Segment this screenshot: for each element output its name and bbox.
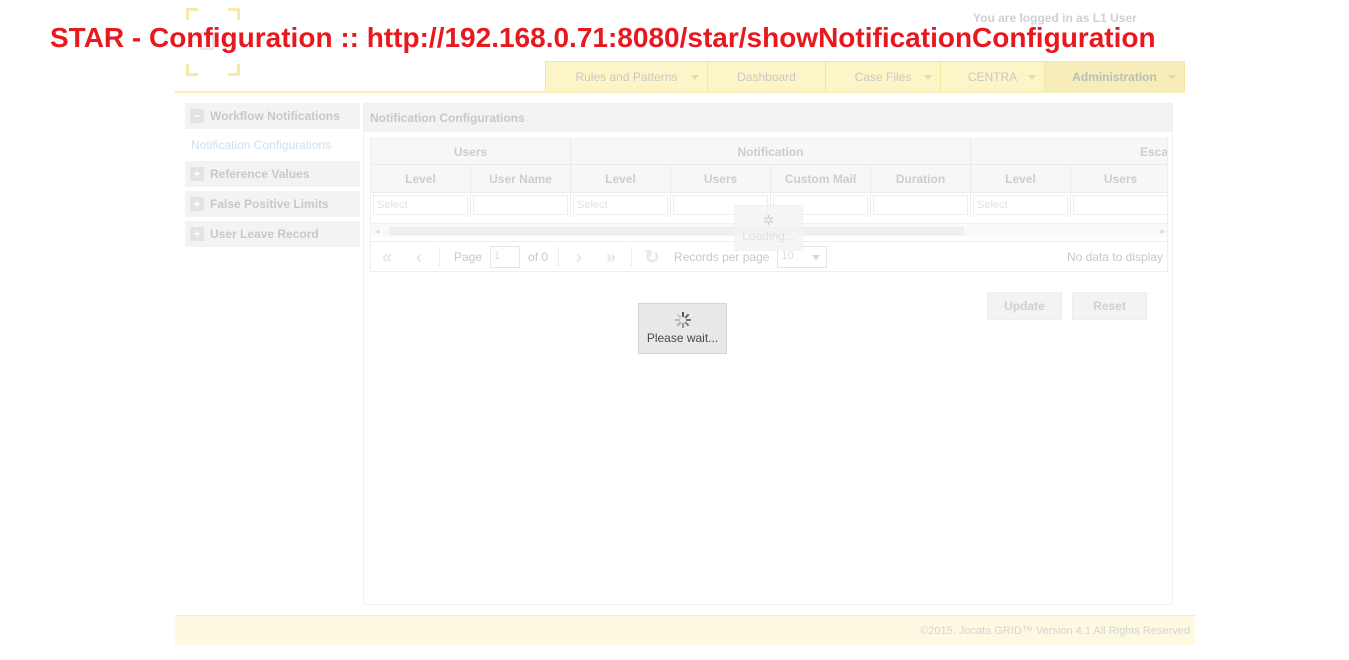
group-header-escalation: Esca [971, 139, 1167, 165]
grid-group-header-row: Users Notification Esca [371, 139, 1167, 165]
footer: ©2015. Jocata GRID™ Version 4.1 All Righ… [175, 615, 1195, 645]
column-header[interactable]: Level [571, 165, 671, 193]
expand-icon: + [190, 167, 204, 181]
scroll-left-icon[interactable]: ◂ [375, 226, 380, 237]
refresh-icon[interactable]: ↻ [636, 247, 668, 268]
last-page-icon[interactable]: » [595, 247, 627, 268]
copyright-text: ©2015. Jocata GRID™ Version 4.1 All Righ… [920, 624, 1190, 637]
spinner-icon: ✲ [762, 212, 775, 228]
chevron-down-icon [1168, 75, 1176, 80]
scrollbar-thumb[interactable] [389, 227, 964, 235]
no-data-message: No data to display [1066, 250, 1163, 264]
records-per-page-value: 10 [781, 250, 794, 262]
group-header-notification: Notification [571, 139, 971, 165]
column-header[interactable]: Users [671, 165, 771, 193]
prev-page-icon[interactable]: ‹ [403, 247, 435, 268]
collapse-icon: − [190, 109, 204, 123]
grid-loading-indicator: ✲ Loading... [734, 205, 803, 251]
column-header[interactable]: Level [971, 165, 1071, 193]
sidebar-section-false-positive-limits[interactable]: + False Positive Limits [185, 191, 360, 217]
sidebar-section-reference-values[interactable]: + Reference Values [185, 161, 360, 187]
header-divider [175, 91, 1185, 93]
filter-input[interactable] [473, 195, 568, 215]
nav-centra[interactable]: CENTRA [941, 62, 1045, 91]
sidebar-section-user-leave-record[interactable]: + User Leave Record [185, 221, 360, 247]
nav-label: Rules and Patterns [575, 69, 678, 84]
nav-administration[interactable]: Administration [1045, 62, 1184, 91]
grid-header-row: Level User Name Level Users Custom Mail … [371, 165, 1167, 193]
nav-dashboard[interactable]: Dashboard [708, 62, 826, 91]
chevron-down-icon [691, 75, 699, 80]
sidebar: − Workflow Notifications Notification Co… [185, 103, 360, 251]
sidebar-section-label: False Positive Limits [210, 197, 329, 211]
pager-divider [439, 247, 440, 267]
nav-label: CENTRA [967, 69, 1018, 84]
column-header[interactable]: Custom Mail [771, 165, 871, 193]
nav-label: Dashboard [737, 69, 796, 84]
scroll-right-icon[interactable]: ▸ [1160, 226, 1165, 237]
page-number-input[interactable]: 1 [490, 246, 521, 268]
filter-input[interactable] [873, 195, 968, 215]
window-title-overlay: STAR - Configuration :: http://192.168.0… [50, 22, 1156, 53]
please-wait-dialog: Please wait... [638, 303, 727, 354]
sidebar-section-label: Reference Values [210, 167, 310, 181]
filter-select[interactable]: Select [573, 195, 668, 215]
sidebar-section-workflow-notifications[interactable]: − Workflow Notifications [185, 103, 360, 129]
sidebar-section-label: User Leave Record [210, 227, 319, 241]
nav-label: Case Files [854, 69, 912, 84]
chevron-down-icon [812, 255, 821, 260]
column-header[interactable]: Duration [871, 165, 971, 193]
app-window: You are logged in as L1 User Rules and P… [0, 0, 1349, 660]
group-header-users: Users [371, 139, 571, 165]
nav-case-files[interactable]: Case Files [826, 62, 941, 91]
filter-select[interactable]: Select [373, 195, 468, 215]
chevron-down-icon [1028, 75, 1036, 80]
filter-input[interactable] [1073, 195, 1167, 215]
column-header[interactable]: User Name [471, 165, 571, 193]
expand-icon: + [190, 197, 204, 211]
sidebar-item-notification-configurations[interactable]: Notification Configurations [185, 133, 360, 157]
next-page-icon[interactable]: › [563, 247, 595, 268]
spinner-icon [674, 312, 691, 328]
column-header[interactable]: Users [1071, 165, 1167, 193]
sidebar-section-label: Workflow Notifications [210, 109, 340, 123]
loading-text: Loading... [742, 229, 795, 243]
column-header[interactable]: Level [371, 165, 471, 193]
filter-select[interactable]: Select [973, 195, 1068, 215]
nav-label: Administration [1072, 69, 1157, 84]
main-panel: Notification Configurations Users Notifi… [363, 103, 1173, 605]
reset-button[interactable]: Reset [1072, 292, 1147, 320]
main-nav: Rules and Patterns Dashboard Case Files … [545, 61, 1185, 92]
panel-title: Notification Configurations [364, 104, 1172, 132]
update-button[interactable]: Update [987, 292, 1062, 320]
records-per-page-label: Records per page [674, 250, 770, 264]
nav-rules-and-patterns[interactable]: Rules and Patterns [546, 62, 708, 91]
page-count: of 0 [528, 250, 549, 264]
expand-icon: + [190, 227, 204, 241]
page-label: Page [454, 250, 483, 264]
please-wait-text: Please wait... [646, 331, 719, 345]
chevron-down-icon [924, 75, 932, 80]
first-page-icon[interactable]: « [371, 247, 403, 268]
pager-divider [558, 247, 560, 267]
pager-divider [631, 247, 633, 267]
